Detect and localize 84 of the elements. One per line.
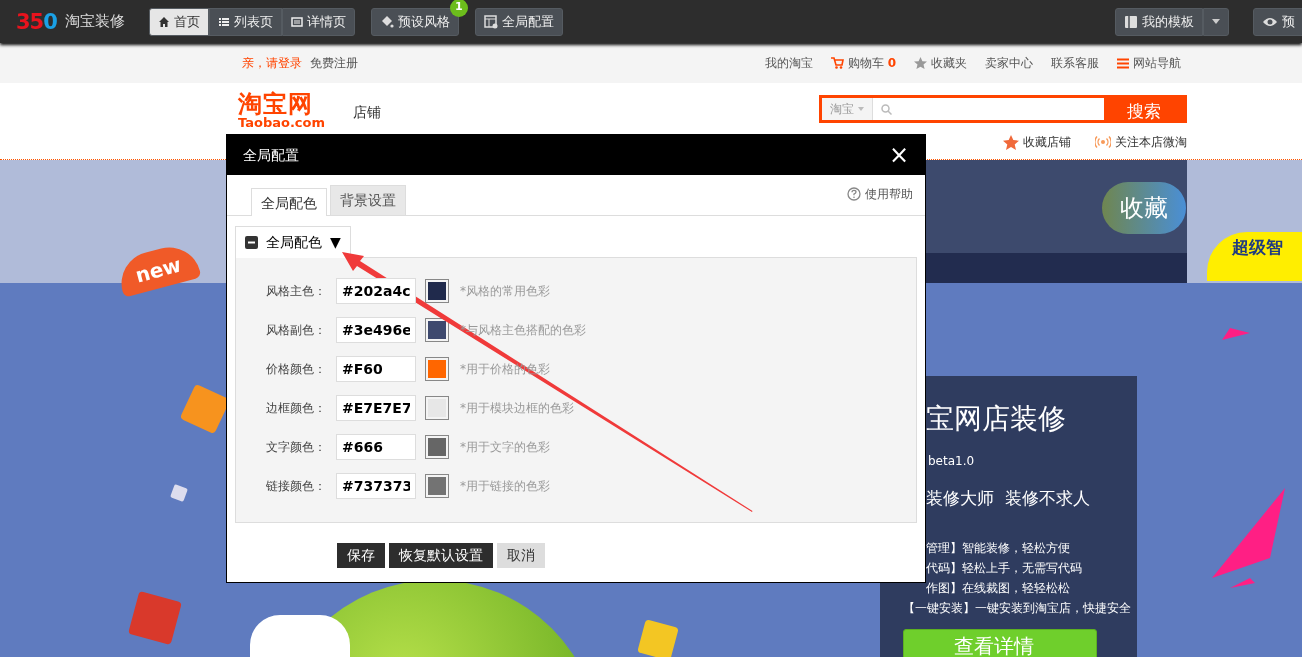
site-link[interactable]: 我的淘宝 — [764, 54, 813, 72]
link-label: 收藏店铺 — [1023, 134, 1071, 151]
color-input[interactable]: #666 — [336, 434, 416, 460]
page-tab[interactable]: 详情页 — [281, 7, 355, 36]
promo-tag: 超级智 — [1207, 232, 1302, 281]
field-label: 价格颜色： — [265, 361, 327, 378]
page-tab[interactable]: 首页 — [148, 7, 209, 36]
caret-icon — [1212, 19, 1220, 24]
notification-badge: 1 — [449, 0, 468, 17]
shop-action-link[interactable]: 收藏店铺 — [1003, 133, 1071, 151]
shop-label: 店铺 — [353, 103, 382, 122]
template-icon — [1124, 14, 1138, 29]
site-link[interactable]: 卖家中心 — [985, 54, 1033, 72]
color-swatch[interactable] — [425, 435, 449, 459]
list-icon — [217, 15, 230, 28]
site-link[interactable]: 收藏夹 — [914, 54, 967, 72]
taobao-logo-domain: Taobao.com — [238, 116, 326, 129]
feature-line: 作图】在线裁图，轻轻松松 — [925, 579, 1071, 597]
link-label: 关注本店微淘 — [1115, 134, 1187, 151]
feature-line: 代码】轻松上手，无需写代码 — [925, 559, 1083, 577]
color-swatch[interactable] — [425, 474, 449, 498]
site-link[interactable]: 网站导航 — [1117, 54, 1181, 72]
version-label: beta1.0 — [927, 453, 976, 470]
close-button[interactable]: × — [888, 143, 909, 167]
dialog-tab[interactable]: 全局配色 — [251, 188, 327, 216]
color-input[interactable]: #E7E7E7 — [336, 395, 416, 421]
logo-number: 350 — [16, 9, 57, 34]
site-link[interactable]: 购物车 0 — [830, 54, 896, 72]
register-link[interactable]: 免费注册 — [310, 54, 358, 72]
menu-icon — [1117, 57, 1129, 69]
dropdown-toggle-button[interactable] — [1203, 7, 1229, 36]
color-swatch[interactable] — [425, 318, 449, 342]
dialog-button[interactable]: 取消 — [497, 543, 545, 568]
logo-text: 淘宝装修 — [64, 11, 125, 33]
field-hint: *用于模块边框的色彩 — [460, 400, 574, 417]
color-swatch[interactable] — [425, 279, 449, 303]
document-icon — [290, 15, 303, 28]
cart-count: 0 — [887, 55, 896, 72]
caret-icon — [858, 107, 864, 111]
cart-icon — [830, 57, 844, 69]
shop-action-link[interactable]: 关注本店微淘 — [1095, 133, 1187, 151]
preview-button[interactable]: 预 — [1253, 7, 1302, 36]
color-swatch[interactable] — [425, 396, 449, 420]
link-label: 收藏夹 — [931, 55, 967, 72]
dialog-title: 全局配置 — [243, 145, 299, 165]
section-toggle[interactable]: 全局配色 ▼ — [235, 226, 351, 258]
link-label: 使用帮助 — [865, 186, 913, 203]
help-icon — [847, 187, 861, 201]
feature-line: 【一键安装】一键安装到淘宝店，快捷安全 — [902, 599, 1132, 617]
star-icon — [1003, 134, 1019, 150]
link-label: 购物车 — [847, 55, 884, 72]
feature-line: 管理】智能装修，轻松方便 — [925, 539, 1071, 557]
dialog-button[interactable]: 保存 — [337, 543, 385, 568]
field-hint: *风格的常用色彩 — [460, 283, 550, 300]
field-label: 链接颜色： — [265, 478, 327, 495]
field-label: 风格副色： — [265, 322, 327, 339]
promo-title: 宝网店装修 — [925, 401, 1067, 437]
color-input[interactable]: #202a4c — [336, 278, 416, 304]
eye-icon — [1262, 15, 1278, 28]
site-link[interactable]: 联系客服 — [1051, 54, 1099, 72]
field-label: 风格主色： — [265, 283, 327, 300]
field-label: 文字颜色： — [265, 439, 327, 456]
field-hint: *用于链接的色彩 — [460, 478, 550, 495]
color-swatch[interactable] — [425, 357, 449, 381]
taobao-logo-text: 淘宝网 — [238, 92, 313, 116]
minus-icon — [245, 236, 258, 249]
home-icon — [157, 15, 170, 28]
help-link[interactable]: 使用帮助 — [847, 185, 913, 203]
field-label: 边框颜色： — [265, 400, 327, 417]
search-icon — [881, 103, 892, 115]
promo-slogan: 装修大师 装修不求人 — [925, 487, 1091, 510]
my-templates-button[interactable]: 我的模板 — [1115, 7, 1203, 36]
dialog-button[interactable]: 恢复默认设置 — [389, 543, 493, 568]
color-input[interactable]: #F60 — [336, 356, 416, 382]
field-hint: *用于文字的色彩 — [460, 439, 550, 456]
link-label: 网站导航 — [1133, 55, 1181, 72]
collect-badge: 收藏 — [1102, 182, 1186, 234]
layout-gear-icon — [483, 14, 498, 29]
page-tab[interactable]: 列表页 — [208, 7, 282, 36]
dialog-tab[interactable]: 背景设置 — [330, 185, 406, 215]
caret-icon: ▼ — [330, 232, 341, 253]
global-config-button[interactable]: 全局配置 — [474, 7, 563, 36]
star-icon — [914, 57, 927, 69]
broadcast-icon — [1095, 136, 1111, 148]
